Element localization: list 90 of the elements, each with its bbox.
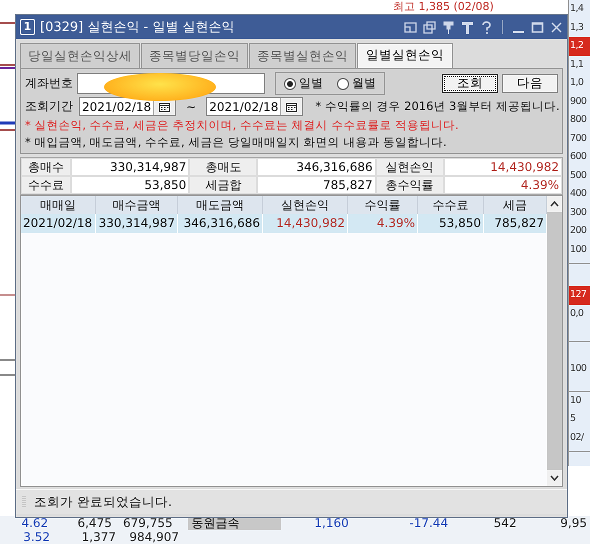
table-cell: 4.39% (348, 214, 418, 233)
calendar-icon[interactable] (286, 102, 298, 112)
tab[interactable]: 일별실현손익 (357, 43, 453, 68)
column-header[interactable]: 수익률 (348, 196, 418, 214)
search-button[interactable]: 조회 (442, 74, 498, 93)
summary-label: 수수료 (21, 176, 71, 194)
axis-label: 400 (569, 187, 588, 201)
period-label: 조회기간 (25, 98, 73, 115)
range-separator: ~ (186, 100, 196, 114)
table-cell-text: 1,377 (80, 530, 117, 544)
axis-label: 0,0 (569, 306, 584, 320)
next-button[interactable]: 다음 (502, 74, 558, 93)
axis-label: 1,4 (569, 2, 584, 16)
table-cell-text: 4.62 (20, 516, 50, 530)
axis-label: 900 (569, 94, 588, 108)
date-field[interactable]: 2021/02/18 (206, 97, 304, 116)
help-icon[interactable] (480, 20, 493, 34)
account-label: 계좌번호 (25, 75, 73, 92)
axis-label: 1,1 (569, 58, 584, 72)
axis-label: 600 (569, 150, 588, 164)
pin-icon[interactable] (442, 20, 455, 34)
table-cell: 14,430,982 (263, 214, 348, 233)
axis-label: 02/ (569, 430, 585, 444)
table-row[interactable]: 2021/02/18 330,314,987 346,316,686 14,430,982 4.39% 53,850 785,827 (21, 214, 547, 233)
column-header[interactable]: 수수료 (418, 196, 484, 214)
info-note: * 매입금액, 매도금액, 수수료, 세금은 당일매매일지 화면의 내용과 동일합니다. (25, 135, 448, 150)
column-header[interactable]: 매매일 (21, 196, 96, 214)
window-title: [0329] 실현손익 - 일별 실현손익 (40, 19, 236, 36)
table-cell: 330,314,987 (96, 214, 178, 233)
calendar-icon[interactable] (159, 102, 170, 112)
column-header[interactable]: 매도금액 (178, 196, 263, 214)
price-flag: 1,2 (569, 37, 590, 56)
tab[interactable]: 종목별실현손익 (249, 43, 356, 68)
axis-label: 500 (569, 168, 588, 182)
column-header[interactable]: 세금 (484, 196, 547, 214)
windows-icon[interactable] (423, 20, 436, 34)
table-cell-text: 3.52 (22, 530, 51, 544)
summary-label: 총매수 (21, 158, 71, 176)
axis-label: 5 (569, 412, 576, 426)
column-header[interactable]: 실현손익 (263, 196, 348, 214)
axis-label: 700 (569, 132, 588, 146)
table-cell-text: 9,95 (559, 516, 588, 530)
scroll-up-icon[interactable] (547, 196, 562, 212)
tab[interactable]: 당일실현손익상세 (20, 43, 140, 68)
table-cell-text: -17.44 (408, 516, 450, 530)
radio-button[interactable] (337, 78, 349, 90)
summary-value: 346,316,686 (257, 158, 376, 176)
axis-label: 100 (569, 362, 588, 376)
info-note: * 수익률의 경우 2016년 3월부터 제공됩니다. (315, 99, 560, 114)
table-cell-text: 984,907 (128, 530, 180, 544)
column-header[interactable]: 매수금액 (96, 196, 178, 214)
summary-value: 14,430,982 (444, 158, 562, 176)
table-cell: 53,850 (418, 214, 484, 233)
axis-label: 1,0 (569, 76, 584, 90)
radio-button[interactable] (284, 78, 296, 90)
table-cell: 346,316,686 (178, 214, 263, 233)
radio-label[interactable]: 일별 (299, 75, 323, 92)
table-cell-text: 6,475 (76, 516, 113, 530)
status-message: 조회가 완료되었습니다. (34, 494, 172, 510)
summary-value: 4.39% (444, 176, 562, 194)
font-icon[interactable] (461, 20, 474, 34)
summary-label: 총수익률 (376, 176, 444, 194)
chart-high-label: 최고 1,385 (02/08) (393, 0, 494, 13)
table-cell-text: 1,160 (313, 516, 350, 530)
radio-label[interactable]: 월별 (352, 75, 376, 92)
summary-label: 실현손익 (376, 158, 444, 176)
maximize-icon[interactable] (531, 20, 544, 34)
layout-icon[interactable] (404, 20, 417, 34)
window-number: 1 (20, 19, 35, 35)
summary-label: 총매도 (189, 158, 258, 176)
tab[interactable]: 종목별당일손익 (141, 43, 248, 68)
scroll-down-icon[interactable] (547, 470, 562, 486)
axis-label: 100 (569, 242, 588, 256)
axis-label: 200 (569, 224, 588, 238)
price-flag: 127 (569, 286, 590, 304)
table-cell-text: 679,755 (122, 516, 174, 530)
axis-label: 1,3 (569, 20, 584, 34)
warning-note: * 실현손익, 수수료, 세금은 추정치이며, 수수료는 체결시 수수료률로 적용됩니다. (25, 118, 460, 133)
axis-label: 300 (569, 206, 588, 220)
summary-label: 세금합 (189, 176, 258, 194)
table-cell-text: 542 (492, 516, 518, 530)
close-icon[interactable] (550, 20, 563, 34)
summary-value: 53,850 (71, 176, 190, 194)
summary-value: 330,314,987 (71, 158, 190, 176)
summary-value: 785,827 (257, 176, 376, 194)
axis-label: 10 (569, 394, 582, 408)
table-cell: 2021/02/18 (21, 214, 96, 233)
date-field[interactable]: 2021/02/18 (79, 97, 176, 116)
axis-label: 800 (569, 113, 588, 127)
grip-icon (22, 495, 26, 509)
